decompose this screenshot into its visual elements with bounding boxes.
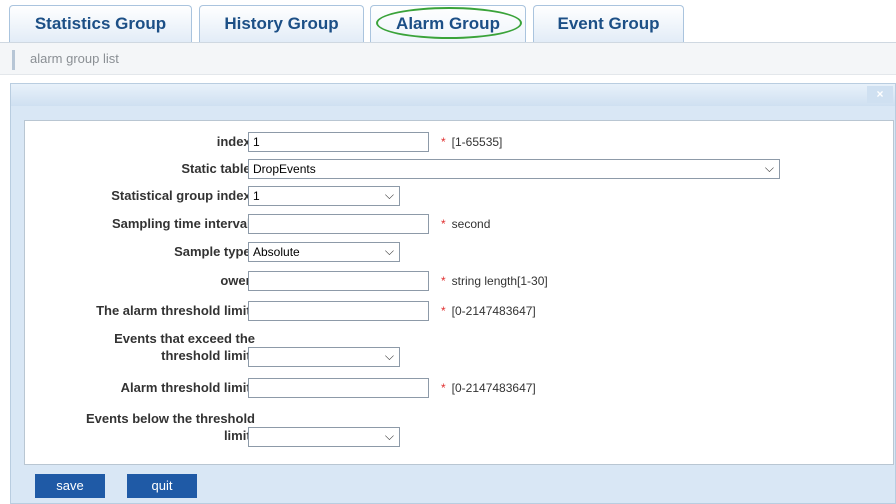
sample-type-value: Absolute	[253, 245, 300, 259]
index-label: index:	[216, 134, 255, 149]
static-table-label: Static table:	[181, 161, 255, 176]
alarm-threshold-upper-range: [0-2147483647]	[451, 304, 536, 318]
owner-label: ower:	[220, 273, 255, 288]
tab-history-group[interactable]: History Group	[199, 5, 364, 42]
tab-event-group[interactable]: Event Group	[533, 5, 684, 42]
breadcrumb-label: alarm group list	[30, 51, 119, 66]
alarm-threshold-upper-label: The alarm threshold limit:	[96, 303, 255, 318]
sample-type-label: Sample type:	[174, 244, 255, 259]
events-below-label-line1: Events below the threshold	[85, 411, 255, 426]
sample-type-select[interactable]: Absolute ⌵	[248, 242, 400, 262]
sampling-interval-input[interactable]	[248, 214, 429, 234]
tab-bar: Statistics Group History Group Alarm Gro…	[0, 0, 896, 42]
chevron-down-icon: ⌵	[764, 161, 774, 175]
events-exceed-select[interactable]: ⌵	[248, 347, 400, 367]
owner-hint: * string length[1-30]	[441, 271, 548, 291]
chevron-down-icon: ⌵	[384, 429, 394, 443]
events-below-label-line2: limit:	[223, 428, 255, 443]
close-icon[interactable]: ×	[867, 86, 893, 103]
static-table-value: DropEvents	[253, 162, 316, 176]
alarm-threshold-lower-range: [0-2147483647]	[451, 381, 536, 395]
sampling-interval-hint: * second	[441, 214, 490, 234]
owner-input[interactable]	[248, 271, 429, 291]
events-below-select[interactable]: ⌵	[248, 427, 400, 447]
owner-length: string length[1-30]	[451, 274, 548, 288]
required-mark: *	[441, 217, 446, 231]
chevron-down-icon: ⌵	[384, 349, 394, 363]
alarm-threshold-lower-hint: * [0-2147483647]	[441, 378, 536, 398]
index-input[interactable]	[248, 132, 429, 152]
quit-button[interactable]: quit	[127, 474, 197, 498]
events-below-label: Events below the threshold limit:	[45, 410, 255, 444]
events-exceed-label-line2: threshold limit:	[161, 348, 255, 363]
required-mark: *	[441, 135, 446, 149]
tab-statistics-group[interactable]: Statistics Group	[9, 5, 192, 42]
alarm-threshold-upper-input[interactable]	[248, 301, 429, 321]
dialog-panel: × index: * [1-65535] Static table: DropEv…	[10, 83, 896, 504]
stat-group-index-label: Statistical group index:	[111, 188, 255, 203]
tab-alarm-group[interactable]: Alarm Group	[370, 5, 526, 42]
index-range: [1-65535]	[451, 135, 503, 149]
required-mark: *	[441, 274, 446, 288]
required-mark: *	[441, 304, 446, 318]
required-mark: *	[441, 381, 446, 395]
index-hint: * [1-65535]	[441, 132, 502, 152]
stat-group-index-value: 1	[253, 189, 260, 203]
stat-group-index-select[interactable]: 1 ⌵	[248, 186, 400, 206]
dialog-header: ×	[11, 84, 895, 106]
events-exceed-label-line1: Events that exceed the	[114, 331, 255, 346]
sampling-interval-unit: second	[451, 217, 491, 231]
save-button[interactable]: save	[35, 474, 105, 498]
alarm-threshold-upper-hint: * [0-2147483647]	[441, 301, 536, 321]
alarm-threshold-lower-input[interactable]	[248, 378, 429, 398]
events-exceed-label: Events that exceed the threshold limit:	[45, 330, 255, 364]
chevron-down-icon: ⌵	[384, 244, 394, 258]
chevron-down-icon: ⌵	[384, 188, 394, 202]
alarm-threshold-lower-label: Alarm threshold limit:	[120, 380, 255, 395]
breadcrumb-marker	[12, 50, 15, 70]
breadcrumb: alarm group list	[0, 42, 896, 75]
alarm-form: index: * [1-65535] Static table: DropEven…	[24, 120, 894, 465]
sampling-interval-label: Sampling time interval:	[111, 216, 255, 231]
static-table-select[interactable]: DropEvents ⌵	[248, 159, 780, 179]
